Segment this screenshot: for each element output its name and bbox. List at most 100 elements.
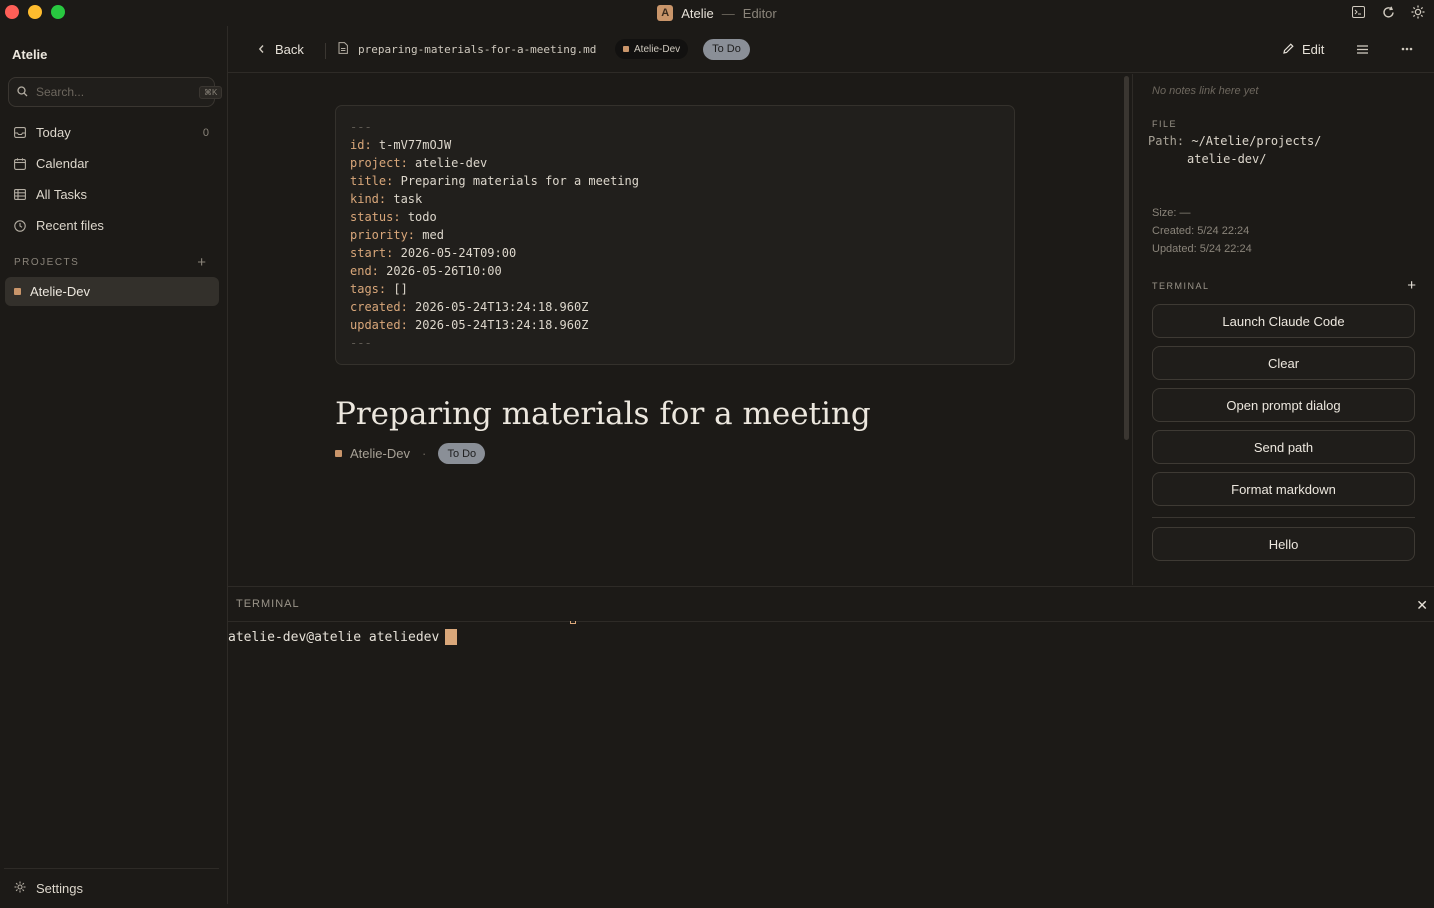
app-logo-icon: A	[657, 5, 674, 21]
gear-icon	[14, 881, 26, 896]
title-separator: —	[721, 5, 735, 21]
sidebar-item-all-tasks[interactable]: All Tasks	[8, 179, 219, 210]
terminal-prompt: atelie-dev@atelie ateliedev	[228, 629, 440, 645]
project-chip-label: Atelie-Dev	[634, 43, 681, 55]
document-project[interactable]: Atelie-Dev	[350, 446, 410, 461]
sidebar: Atelie ⌘K Today 0 Calendar All Tasks	[0, 26, 228, 904]
sidebar-nav: Today 0 Calendar All Tasks Recent files	[8, 117, 219, 241]
launch-claude-code-button[interactable]: Launch Claude Code	[1152, 304, 1415, 338]
back-label: Back	[275, 41, 304, 57]
back-button[interactable]: Back	[258, 42, 304, 57]
filename: preparing-materials-for-a-meeting.md	[358, 42, 597, 56]
meta-separator: ·	[421, 446, 427, 461]
chevron-left-icon	[258, 42, 265, 57]
edit-button[interactable]: Edit	[1283, 42, 1324, 57]
editor-header: Back preparing-materials-for-a-meeting.m…	[228, 26, 1434, 73]
terminal-prompt-line[interactable]: atelie-dev@atelie ateliedev	[228, 629, 458, 645]
file-updated: Updated: 5/24 22:24	[1152, 243, 1252, 255]
frontmatter-close: ---	[350, 336, 372, 350]
clear-button[interactable]: Clear	[1152, 346, 1415, 380]
document-title[interactable]: Preparing materials for a meeting	[335, 396, 871, 432]
sidebar-item-project-atelie-dev[interactable]: Atelie-Dev	[5, 277, 219, 306]
terminal-cursor	[445, 629, 458, 645]
today-count: 0	[202, 126, 209, 139]
settings-button[interactable]: Settings	[4, 868, 219, 908]
calendar-icon	[14, 157, 26, 170]
terminal-panel-heading: TERMINAL +	[1152, 277, 1416, 294]
frontmatter-line-end: end: 2026-05-26T10:00	[350, 264, 502, 278]
hello-button[interactable]: Hello	[1152, 527, 1415, 561]
add-project-button[interactable]: +	[197, 254, 206, 271]
edit-label: Edit	[1302, 41, 1325, 57]
file-path: Path: ~/Atelie/projects/ atelie-dev/	[1148, 132, 1321, 168]
sidebar-item-calendar[interactable]: Calendar	[8, 148, 219, 179]
zoom-window-button[interactable]	[51, 5, 65, 19]
file-heading: FILE	[1152, 119, 1178, 129]
sidebar-item-today[interactable]: Today 0	[8, 117, 219, 148]
document-meta: Atelie-Dev · To Do	[335, 443, 486, 464]
sidebar-title: Atelie	[12, 47, 48, 62]
window-subtitle: Editor	[742, 5, 777, 21]
minimize-window-button[interactable]	[28, 5, 42, 19]
resize-handle[interactable]	[570, 621, 576, 624]
right-panel: No notes link here yet FILE Path: ~/Atel…	[1132, 74, 1434, 585]
terminal-heading-label: TERMINAL	[1152, 280, 1210, 291]
sidebar-item-label: Recent files	[36, 218, 104, 233]
inbox-icon	[14, 127, 26, 139]
close-icon[interactable]: ✕	[1416, 597, 1428, 614]
search-box[interactable]: ⌘K	[8, 77, 223, 107]
terminal-header: TERMINAL	[228, 587, 1434, 622]
search-icon	[17, 85, 28, 100]
table-icon	[14, 189, 26, 201]
clock-icon	[14, 219, 26, 232]
editor-content[interactable]: --- id: t-mV77mOJW project: atelie-dev t…	[228, 74, 1125, 585]
editor-scrollbar[interactable]	[1124, 76, 1129, 440]
frontmatter-line-status: status: todo	[350, 210, 437, 224]
close-window-button[interactable]	[5, 5, 19, 19]
terminal-toggle-icon[interactable]	[1350, 4, 1366, 20]
header-divider	[325, 43, 326, 59]
send-path-button[interactable]: Send path	[1152, 430, 1415, 464]
file-created: Created: 5/24 22:24	[1152, 225, 1250, 237]
project-label: Atelie-Dev	[30, 284, 90, 299]
path-line-2[interactable]: atelie-dev/	[1187, 152, 1266, 166]
file-meta: Size: — Created: 5/24 22:24 Updated: 5/2…	[1152, 204, 1252, 258]
path-line-1[interactable]: ~/Atelie/projects/	[1191, 134, 1321, 148]
pencil-icon	[1283, 42, 1294, 57]
sun-icon[interactable]	[1410, 4, 1426, 20]
terminal-panel[interactable]: TERMINAL ✕ atelie-dev@atelie ateliedev	[228, 586, 1434, 904]
frontmatter-block[interactable]: --- id: t-mV77mOJW project: atelie-dev t…	[335, 105, 1015, 365]
search-input[interactable]	[36, 85, 191, 99]
sidebar-item-label: Today	[36, 125, 71, 140]
title-bar: A Atelie — Editor	[0, 0, 1434, 26]
frontmatter-line-priority: priority: med	[350, 228, 444, 242]
more-options-icon[interactable]	[1401, 47, 1413, 51]
search-shortcut: ⌘K	[199, 85, 223, 99]
sidebar-item-recent-files[interactable]: Recent files	[8, 210, 219, 241]
settings-label: Settings	[36, 881, 83, 896]
projects-heading: PROJECTS +	[14, 254, 206, 271]
frontmatter-line-created: created: 2026-05-24T13:24:18.960Z	[350, 300, 589, 314]
refresh-icon[interactable]	[1380, 4, 1396, 20]
frontmatter-line-id: id: t-mV77mOJW	[350, 138, 452, 152]
document-status-badge[interactable]: To Do	[438, 443, 486, 464]
frontmatter-line-updated: updated: 2026-05-24T13:24:18.960Z	[350, 318, 589, 332]
frontmatter-line-title: title: Preparing materials for a meeting	[350, 174, 640, 188]
frontmatter-open: ---	[350, 120, 372, 134]
open-prompt-dialog-button[interactable]: Open prompt dialog	[1152, 388, 1415, 422]
status-chip[interactable]: To Do	[703, 38, 750, 60]
frontmatter-line-start: start: 2026-05-24T09:00	[350, 246, 517, 260]
frontmatter-line-project: project: atelie-dev	[350, 156, 488, 170]
file-icon	[338, 41, 348, 57]
window-title: A Atelie — Editor	[657, 5, 777, 21]
file-size: Size: —	[1152, 207, 1191, 219]
format-markdown-button[interactable]: Format markdown	[1152, 472, 1415, 506]
outline-menu-icon[interactable]	[1357, 44, 1368, 54]
frontmatter-line-tags: tags: []	[350, 282, 408, 296]
project-color-dot	[14, 288, 21, 295]
projects-heading-label: PROJECTS	[14, 257, 80, 268]
add-terminal-action-button[interactable]: +	[1407, 277, 1416, 294]
file-breadcrumb: preparing-materials-for-a-meeting.md	[338, 41, 597, 57]
project-chip[interactable]: Atelie-Dev	[615, 39, 689, 59]
panel-divider	[1152, 517, 1415, 518]
